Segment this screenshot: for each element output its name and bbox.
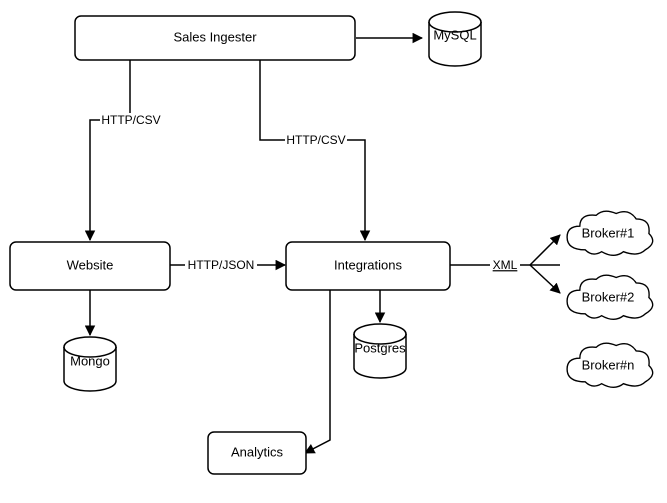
node-broker1: Broker#1 <box>567 211 653 255</box>
node-brokern: Broker#n <box>567 343 653 387</box>
label-broker2: Broker#2 <box>582 289 635 304</box>
label-analytics: Analytics <box>231 444 284 459</box>
label-mysql: MySQL <box>433 27 476 42</box>
node-analytics: Analytics <box>208 432 306 474</box>
label-website: Website <box>67 257 114 272</box>
edge-integrations-brokers: XML <box>450 235 560 293</box>
label-brokern: Broker#n <box>582 357 635 372</box>
edge-label-integrations-brokers: XML <box>493 258 518 272</box>
edge-website-integrations: HTTP/JSON <box>170 258 285 272</box>
node-mongo: Mongo <box>64 337 116 391</box>
label-broker1: Broker#1 <box>582 225 635 240</box>
edge-integrations-analytics <box>305 290 330 453</box>
label-sales-ingester: Sales Ingester <box>173 29 257 44</box>
edge-sales-ingester-integrations: HTTP/CSV <box>260 60 365 240</box>
node-website: Website <box>10 242 170 290</box>
node-sales-ingester: Sales Ingester <box>75 16 355 60</box>
node-integrations: Integrations <box>286 242 450 290</box>
node-broker2: Broker#2 <box>567 275 653 319</box>
label-mongo: Mongo <box>70 353 110 368</box>
node-mysql: MySQL <box>429 12 481 66</box>
label-postgres: Postgres <box>354 340 406 355</box>
node-postgres: Postgres <box>354 324 406 378</box>
edge-label-si-integrations: HTTP/CSV <box>286 133 345 147</box>
edge-label-website-integrations: HTTP/JSON <box>188 258 255 272</box>
edge-sales-ingester-website: HTTP/CSV <box>90 60 162 240</box>
label-integrations: Integrations <box>334 257 402 272</box>
edge-label-si-website: HTTP/CSV <box>101 113 160 127</box>
